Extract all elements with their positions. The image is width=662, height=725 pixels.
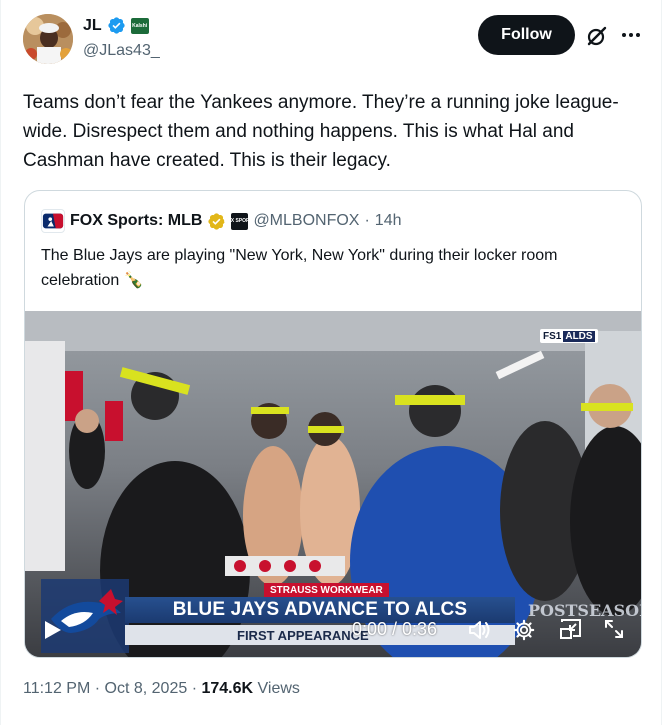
author-name-row: JL Kalshi	[83, 16, 149, 35]
tweet-text: Teams don’t fear the Yankees anymore. Th…	[23, 92, 619, 171]
fullscreen-icon[interactable]	[603, 618, 625, 640]
network-badge-text: FS1	[543, 330, 562, 342]
settings-gear-icon[interactable]	[513, 619, 535, 641]
quoted-display-name[interactable]: FOX Sports: MLB	[70, 212, 202, 230]
network-badge: FS1 ALDS	[540, 329, 598, 343]
author-avatar[interactable]	[23, 14, 73, 64]
tweet-time[interactable]: 11:12 PM	[23, 680, 90, 697]
sponsor-tag: STRAUSS WORKWEAR	[264, 583, 389, 597]
quoted-separator: ·	[364, 212, 370, 229]
affiliate-badge-text: Kalshi	[132, 22, 148, 29]
grok-icon[interactable]	[585, 24, 609, 48]
picture-in-picture-icon[interactable]	[559, 617, 583, 641]
meta-separator: ·	[94, 680, 101, 697]
quoted-handle[interactable]: @MLBONFOX	[253, 212, 359, 230]
mlb-logo-icon	[42, 213, 64, 229]
video-player[interactable]: FS1 ALDS STRAUSS WORKWEAR BLUE JAYS ADVA…	[25, 311, 641, 657]
author-handle[interactable]: @JLas43_	[83, 42, 160, 60]
quoted-tweet-text: The Blue Jays are playing "New York, New…	[41, 247, 558, 289]
fox-affiliate-badge[interactable]: FOX SPORTS	[224, 212, 256, 230]
series-badge-text: ALDS	[563, 330, 595, 342]
more-icon[interactable]	[620, 24, 642, 46]
views-label: Views	[257, 680, 300, 697]
video-time-display: 0:00 / 0:36	[352, 619, 438, 639]
tweet-card: JL Kalshi @JLas43_ Follow Teams don’t fe…	[0, 0, 662, 725]
tweet-date[interactable]: Oct 8, 2025	[105, 680, 188, 697]
views-count[interactable]: 174.6K	[201, 680, 253, 697]
avatar-photo	[23, 14, 73, 64]
follow-button[interactable]: Follow	[478, 15, 575, 55]
video-controls: 0:00 / 0:36	[25, 607, 641, 657]
quoted-tweet[interactable]: FOX Sports: MLB FOX SPORTS @MLBONFOX · 1…	[24, 190, 642, 658]
author-display-name[interactable]: JL	[83, 17, 102, 35]
meta-separator-2: ·	[191, 680, 198, 697]
tweet-meta: 11:12 PM · Oct 8, 2025 · 174.6K Views	[23, 680, 300, 698]
quoted-author-avatar[interactable]	[41, 209, 65, 233]
play-icon[interactable]	[41, 619, 63, 641]
volume-icon[interactable]	[467, 619, 491, 641]
quoted-time[interactable]: 14h	[375, 212, 402, 230]
verified-badge-icon[interactable]	[107, 16, 126, 35]
affiliate-badge[interactable]: Kalshi	[130, 17, 149, 34]
quoted-tweet-header: FOX Sports: MLB FOX SPORTS @MLBONFOX · 1…	[41, 209, 402, 233]
